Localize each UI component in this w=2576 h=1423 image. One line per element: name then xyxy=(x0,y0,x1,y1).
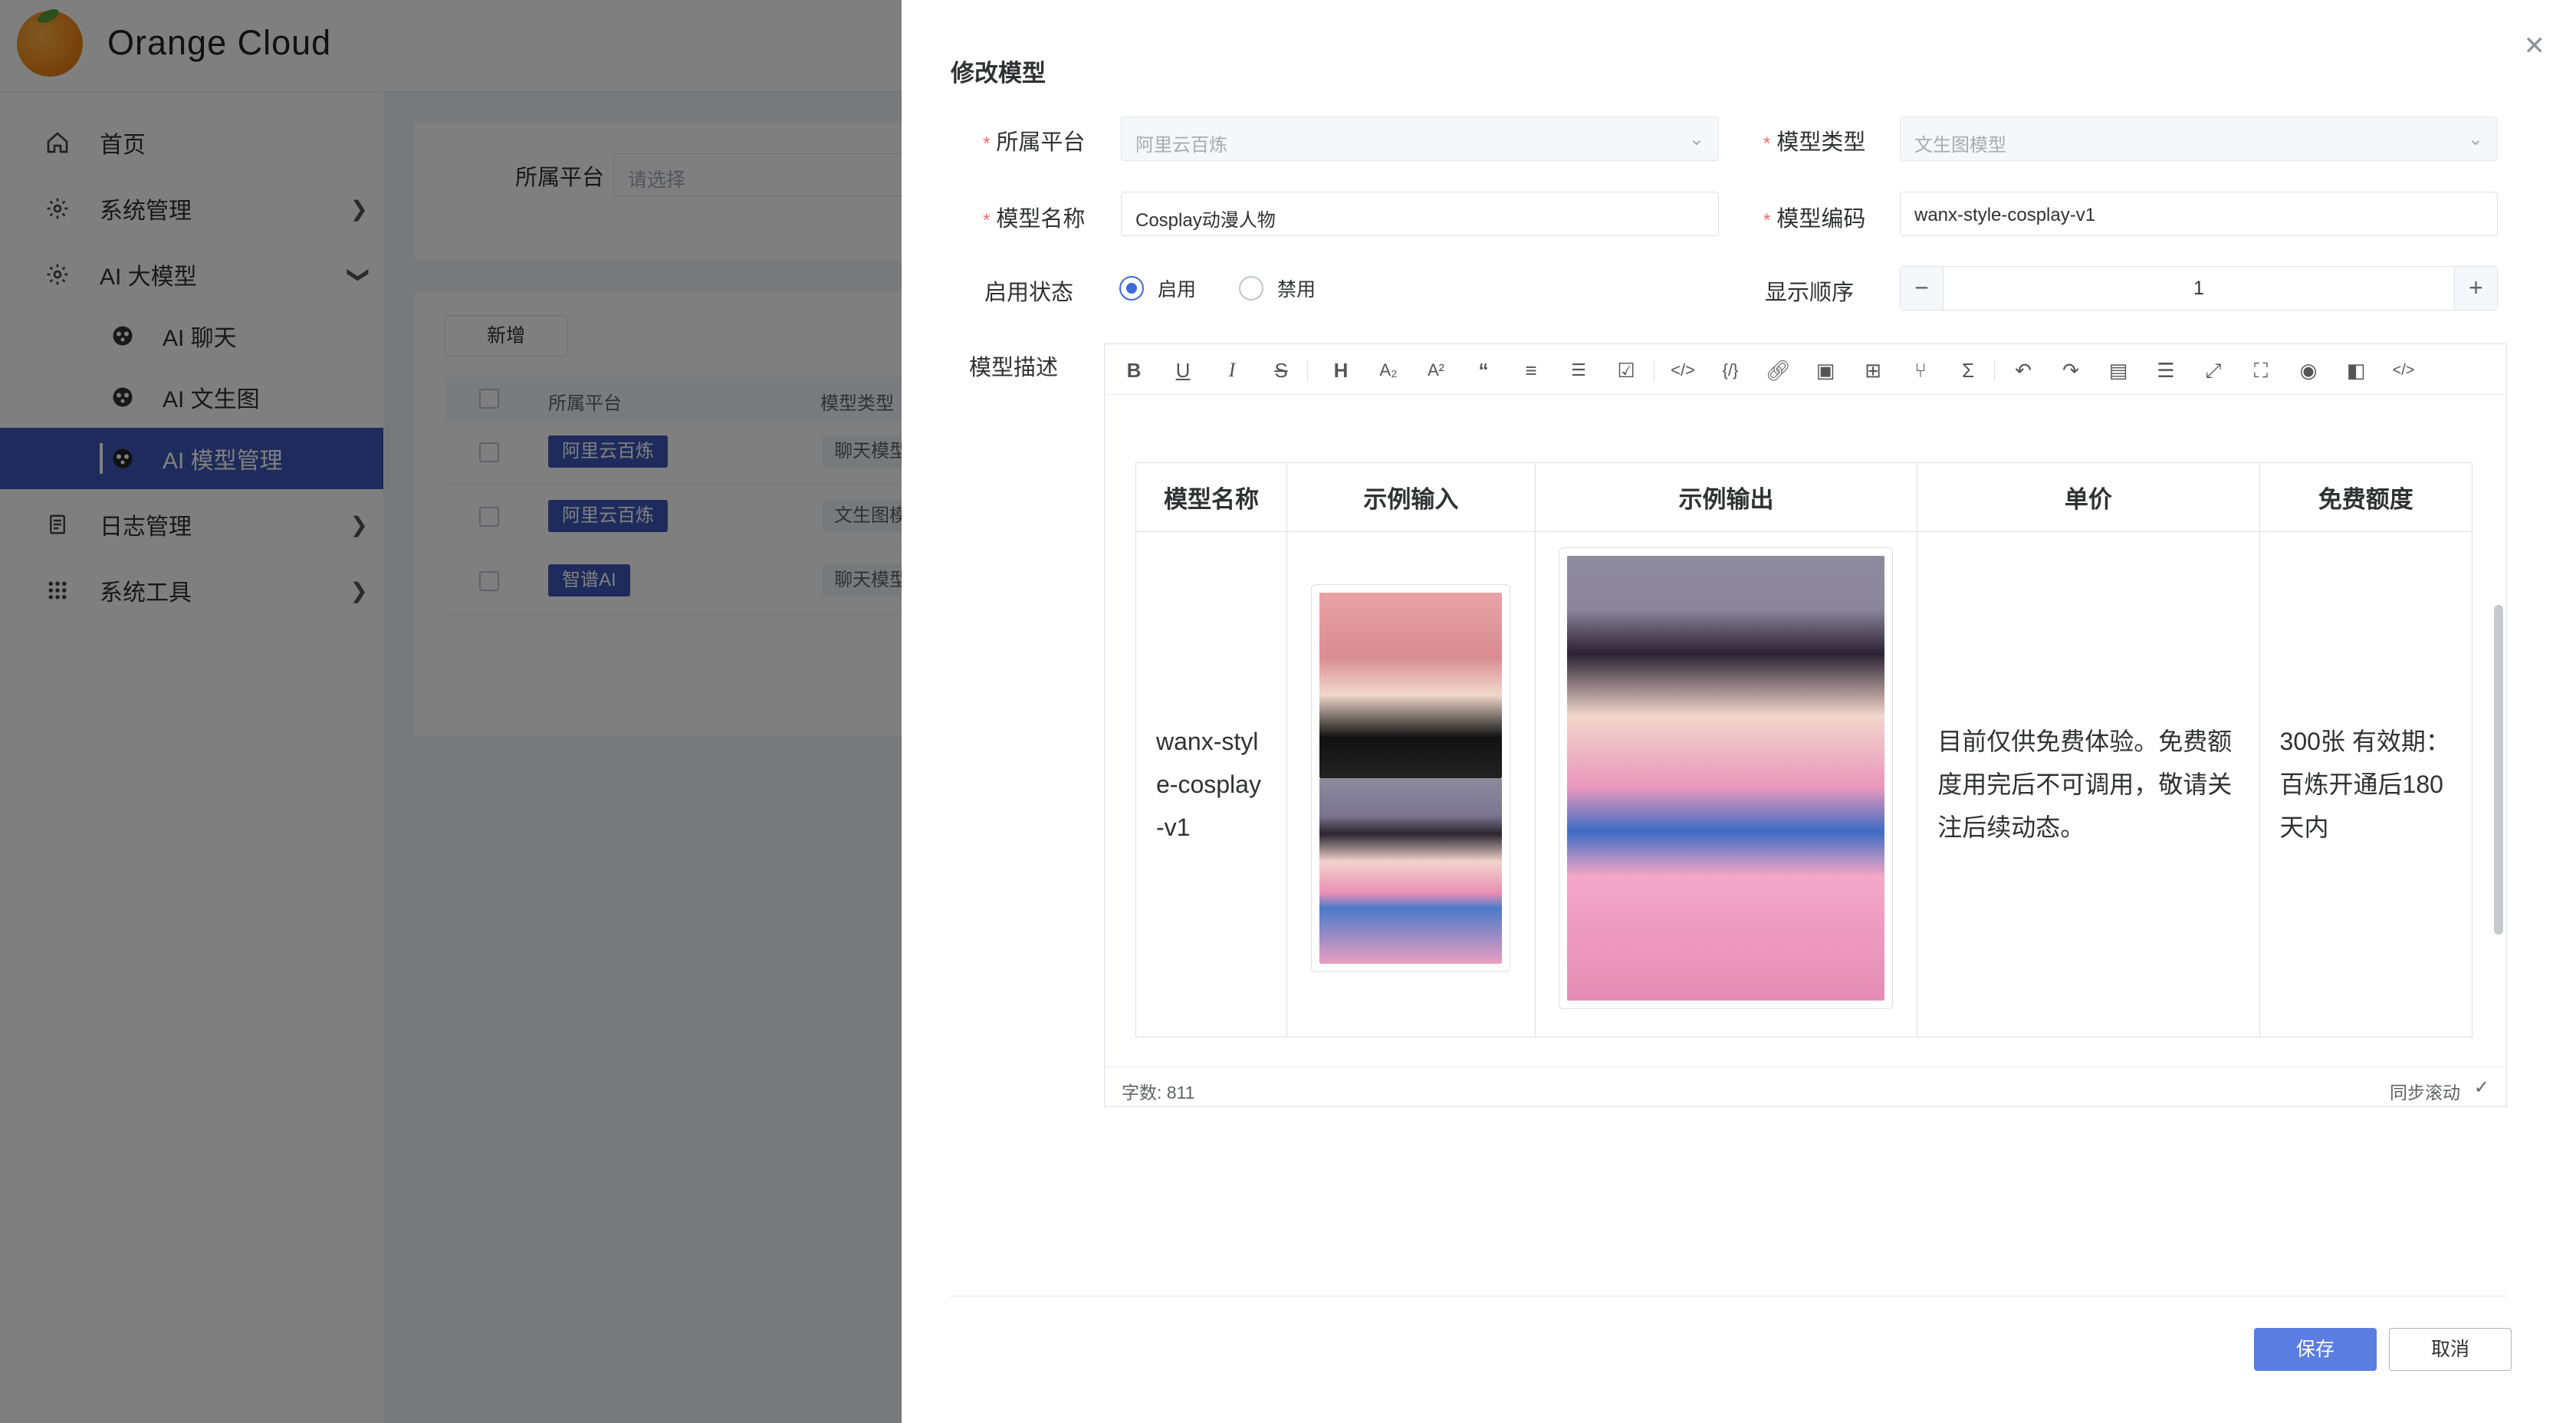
redo-icon[interactable]: ↷ xyxy=(2057,357,2085,384)
link-icon[interactable]: 🔗︎ xyxy=(1764,357,1792,384)
underline-icon[interactable]: U xyxy=(1169,357,1197,384)
example-input-cell xyxy=(1286,531,1536,1037)
bullet-list-icon[interactable]: ≡ xyxy=(1517,357,1545,384)
model-name-cell: wanx-style-cosplay-v1 xyxy=(1135,531,1288,1037)
order-label: 显示顺序 xyxy=(1765,281,1855,305)
order-stepper: − 1 + xyxy=(1900,266,2498,311)
photo-cosplay-large xyxy=(1567,555,1885,1001)
table-icon[interactable]: ⊞ xyxy=(1859,357,1887,384)
toolbar-divider xyxy=(1307,360,1308,381)
markdown-editor: B U I S H A₂ A² “ ≡ ☰ ☑ </> {/} 🔗︎ ▣ ⊞ ⑂… xyxy=(1104,343,2507,1107)
word-count: 字数: 811 xyxy=(1122,1083,1195,1103)
model-code-input[interactable]: wanx-style-cosplay-v1 xyxy=(1900,192,2498,236)
decrement-button[interactable]: − xyxy=(1901,267,1944,310)
undo-icon[interactable]: ↶ xyxy=(2009,357,2037,384)
radio-label: 启用 xyxy=(1158,279,1197,301)
bold-icon[interactable]: B xyxy=(1120,357,1148,384)
code-block-icon[interactable]: {/} xyxy=(1717,357,1744,384)
model-code-label: * 模型编码 xyxy=(1763,207,1866,232)
page-fullscreen-icon[interactable]: ⛶ xyxy=(2247,357,2275,384)
platform-label: * 所属平台 xyxy=(983,130,1086,155)
heading-icon[interactable]: H xyxy=(1327,357,1355,384)
superscript-icon[interactable]: A² xyxy=(1422,357,1450,384)
formula-icon[interactable]: Σ xyxy=(1954,357,1982,384)
italic-icon[interactable]: I xyxy=(1218,357,1246,384)
diagram-icon[interactable]: ⑂ xyxy=(1907,357,1934,384)
price-cell: 目前仅供免费体验。免费额度用完后不可调用，敬请关注后续动态。 xyxy=(1917,531,2260,1037)
model-name-input[interactable]: Cosplay动漫人物 xyxy=(1121,192,1719,236)
subscript-icon[interactable]: A₂ xyxy=(1375,357,1402,384)
toc-icon[interactable]: ☰ xyxy=(2152,357,2180,384)
example-output-image xyxy=(1559,547,1894,1009)
drawer-title: 修改模型 xyxy=(951,60,1046,87)
editor-toolbar: B U I S H A₂ A² “ ≡ ☰ ☑ </> {/} 🔗︎ ▣ ⊞ ⑂… xyxy=(1105,344,2506,395)
radio-dot xyxy=(1119,276,1144,301)
example-output-cell xyxy=(1534,531,1918,1037)
model-type-label: * 模型类型 xyxy=(1763,130,1866,155)
split-preview-icon[interactable]: ◧ xyxy=(2342,357,2370,384)
strikethrough-icon[interactable]: S xyxy=(1267,357,1295,384)
photo-cosplay-small xyxy=(1319,777,1503,964)
description-label: 模型描述 xyxy=(969,356,1059,380)
quote-icon[interactable]: “ xyxy=(1470,357,1497,384)
html-preview-icon[interactable]: </> xyxy=(2390,357,2417,384)
model-name-label: * 模型名称 xyxy=(983,207,1086,232)
save-draft-icon[interactable]: ▤ xyxy=(2104,357,2132,384)
code-icon[interactable]: </> xyxy=(1669,357,1697,384)
table-header-row: 模型名称 示例输入 示例输出 单价 免费额度 xyxy=(1135,462,2473,532)
radio-label: 禁用 xyxy=(1277,279,1316,301)
table-header-cell: 示例输入 xyxy=(1286,462,1536,532)
radio-dot xyxy=(1239,276,1263,301)
editor-status-bar: 字数: 811 同步滚动 ✓ xyxy=(1105,1066,2506,1106)
close-icon[interactable]: ✕ xyxy=(2524,31,2546,61)
editor-scrollbar[interactable] xyxy=(2494,605,2503,935)
toolbar-divider xyxy=(1994,360,1995,381)
editor-preview[interactable]: 模型名称 示例输入 示例输出 单价 免费额度 wanx-style-cospla… xyxy=(1105,395,2506,1066)
save-button[interactable]: 保存 xyxy=(2254,1328,2377,1371)
example-input-image xyxy=(1311,583,1511,972)
status-label: 启用状态 xyxy=(984,281,1074,305)
preview-icon[interactable]: ◉ xyxy=(2295,357,2322,384)
increment-button[interactable]: + xyxy=(2454,267,2497,310)
chevron-down-icon: ⌄ xyxy=(1688,129,1704,150)
cancel-button[interactable]: 取消 xyxy=(2389,1328,2512,1371)
chevron-down-icon: ⌄ xyxy=(2467,129,2483,150)
table-header-cell: 模型名称 xyxy=(1135,462,1288,532)
table-header-cell: 示例输出 xyxy=(1534,462,1918,532)
checklist-icon[interactable]: ☑ xyxy=(1612,357,1640,384)
model-type-select[interactable]: 文生图模型 ⌄ xyxy=(1900,117,2498,161)
model-info-table: 模型名称 示例输入 示例输出 单价 免费额度 wanx-style-cospla… xyxy=(1135,462,2473,1037)
status-radio-disabled[interactable]: 禁用 xyxy=(1239,274,1316,302)
table-header-cell: 免费额度 xyxy=(2259,462,2473,532)
table-header-cell: 单价 xyxy=(1917,462,2260,532)
photo-woman xyxy=(1319,592,1503,778)
ordered-list-icon[interactable]: ☰ xyxy=(1565,357,1592,384)
sync-scroll-check-icon[interactable]: ✓ xyxy=(2474,1076,2489,1099)
free-quota-cell: 300张 有效期：百炼开通后180天内 xyxy=(2259,531,2473,1037)
image-icon[interactable]: ▣ xyxy=(1812,357,1839,384)
status-radio-enabled[interactable]: 启用 xyxy=(1119,274,1196,302)
edit-model-drawer: 修改模型 ✕ * 所属平台 阿里云百炼 ⌄ * 模型类型 文生图模型 ⌄ * 模型名称… xyxy=(902,0,2576,1423)
table-row: wanx-style-cosplay-v1 目前仅供免费体验。免费额度用完后不可… xyxy=(1135,531,2473,1037)
platform-select[interactable]: 阿里云百炼 ⌄ xyxy=(1121,117,1719,161)
modal-overlay[interactable] xyxy=(0,0,902,1423)
sync-scroll-label: 同步滚动 xyxy=(2390,1083,2460,1103)
fullscreen-icon[interactable]: ⤢ xyxy=(2200,357,2227,384)
app-root: Orange Cloud 首页 系统管理 ❯ AI 大模型 ❯ AI 聊天 AI… xyxy=(0,0,2576,1423)
order-value[interactable]: 1 xyxy=(1944,267,2454,310)
